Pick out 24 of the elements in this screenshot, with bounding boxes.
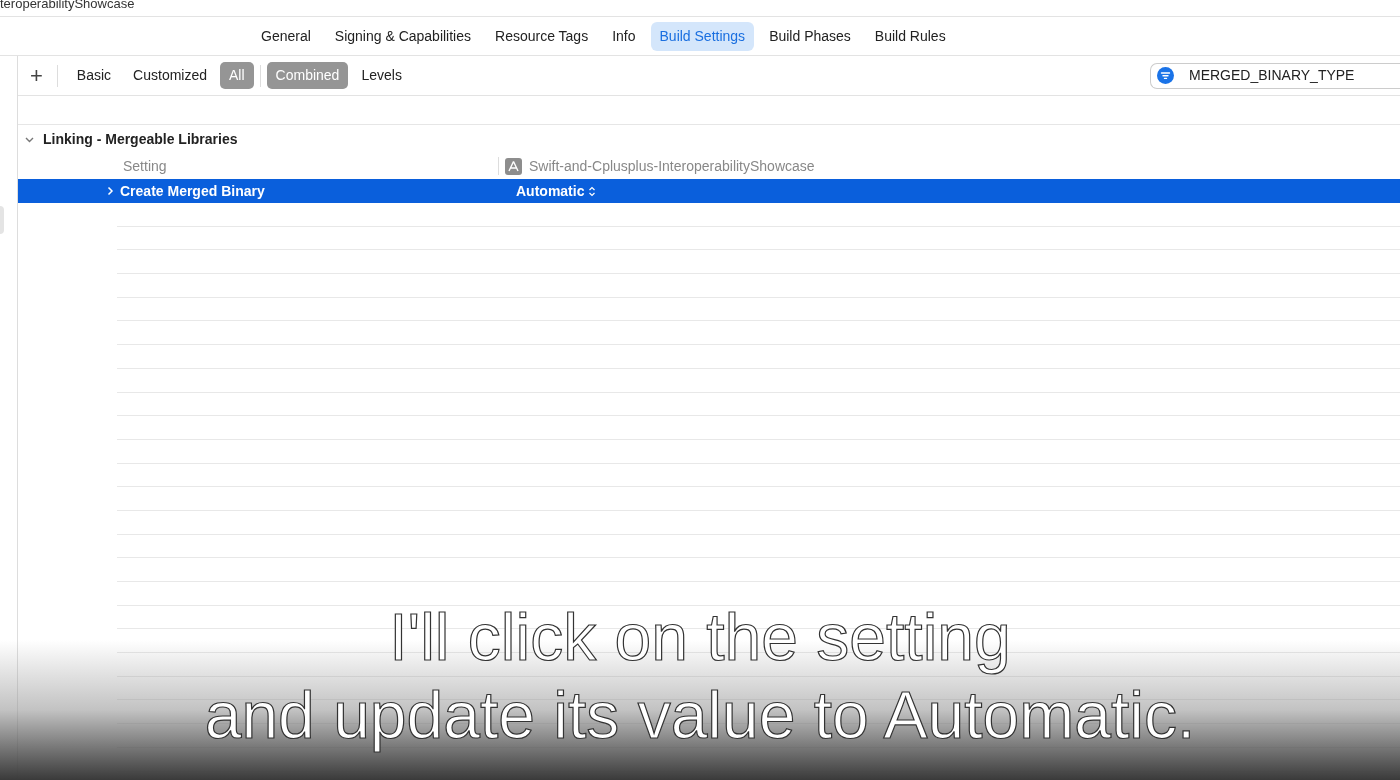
- setting-row[interactable]: Create Merged Binary Automatic: [18, 179, 1400, 203]
- app-icon: [505, 157, 522, 175]
- stepper-icon[interactable]: [588, 185, 597, 197]
- column-header: Setting: [123, 156, 168, 176]
- filter-button[interactable]: Levels: [352, 62, 411, 89]
- section-title: Linking - Mergeable Libraries: [43, 129, 238, 149]
- column-header: Swift-and-Cplusplus-InteroperabilityShowcase: [529, 156, 815, 176]
- tab[interactable]: Build Phases: [760, 21, 860, 51]
- tab[interactable]: Build Rules: [865, 21, 955, 51]
- tab[interactable]: Signing & Capabilities: [325, 21, 480, 51]
- chevron-icon[interactable]: [105, 186, 115, 196]
- search-field[interactable]: MERGED_BINARY_TYPE: [1150, 62, 1400, 89]
- tab[interactable]: Resource Tags: [486, 21, 598, 51]
- setting-value[interactable]: Automatic: [516, 180, 585, 202]
- setting-name: Create Merged Binary: [120, 181, 266, 201]
- caption-text: and update its value to Automatic.: [204, 677, 1196, 754]
- tab[interactable]: Info: [603, 21, 645, 51]
- filter-icon: [1157, 67, 1174, 84]
- filter-button[interactable]: Customized: [124, 62, 216, 89]
- tab[interactable]: General: [252, 21, 320, 51]
- tab[interactable]: Build Settings: [650, 21, 755, 51]
- filter-button[interactable]: Basic: [67, 62, 121, 89]
- add-button[interactable]: +: [26, 64, 47, 87]
- caption-text: I'll click on the setting: [389, 599, 1011, 676]
